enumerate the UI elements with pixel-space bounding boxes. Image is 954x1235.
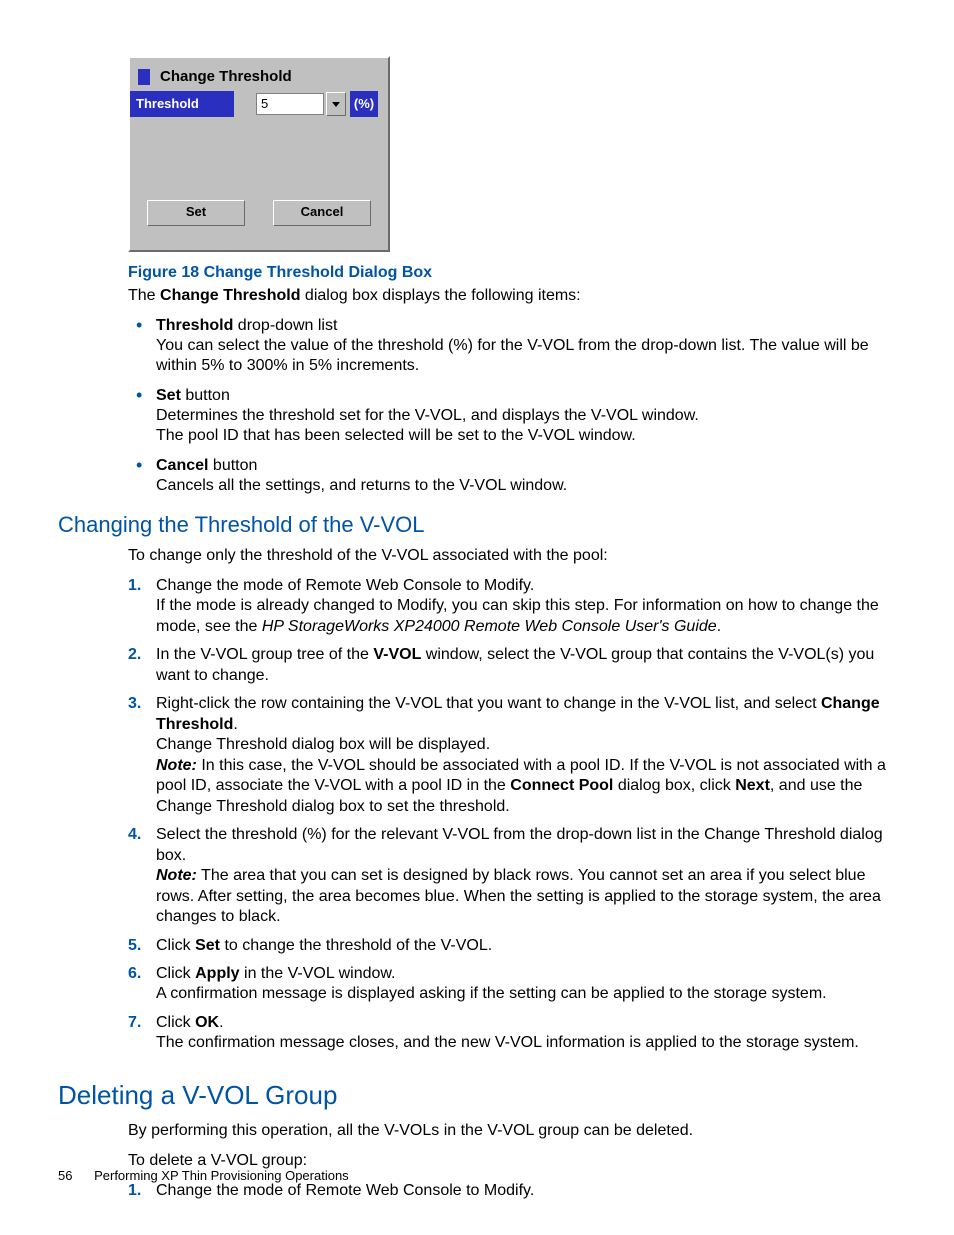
steps-list: Change the mode of Remote Web Console to… bbox=[128, 576, 896, 1054]
item-lead-bold: Cancel bbox=[156, 457, 208, 474]
page-footer: 56 Performing XP Thin Provisioning Opera… bbox=[58, 1168, 349, 1183]
step-reference: HP StorageWorks XP24000 Remote Web Conso… bbox=[262, 618, 717, 635]
intro-text-b: Change Threshold bbox=[160, 287, 300, 304]
threshold-input[interactable]: 5 bbox=[256, 93, 324, 115]
chevron-down-icon bbox=[332, 102, 340, 107]
set-button[interactable]: Set bbox=[147, 200, 245, 226]
threshold-row: Threshold 5 (%) bbox=[130, 91, 388, 117]
page-number: 56 bbox=[58, 1168, 72, 1183]
dialog-title: Change Threshold bbox=[160, 68, 292, 85]
item-lead-text: button bbox=[208, 457, 257, 474]
intro-paragraph: The Change Threshold dialog box displays… bbox=[128, 286, 896, 306]
step-text: . bbox=[717, 618, 721, 635]
step-text: dialog box, click bbox=[613, 777, 735, 794]
list-item: Cancel button Cancels all the settings, … bbox=[128, 456, 896, 496]
step-7: Click OK. The confirmation message close… bbox=[128, 1013, 896, 1054]
figure-caption: Figure 18 Change Threshold Dialog Box bbox=[128, 264, 896, 282]
step-2: In the V-VOL group tree of the V-VOL win… bbox=[128, 645, 896, 686]
step-1: Change the mode of Remote Web Console to… bbox=[128, 576, 896, 637]
step-text: Change the mode of Remote Web Console to… bbox=[156, 1182, 534, 1199]
step-text: Click bbox=[156, 937, 195, 954]
step-bold: Next bbox=[735, 777, 770, 794]
section-heading-deleting-vvol-group: Deleting a V-VOL Group bbox=[58, 1080, 896, 1111]
step-text: Select the threshold (%) for the relevan… bbox=[156, 826, 883, 863]
step-text: Click bbox=[156, 1014, 195, 1031]
item-body: Determines the threshold set for the V-V… bbox=[156, 407, 699, 444]
step-6: Click Apply in the V-VOL window. A confi… bbox=[128, 964, 896, 1005]
step-bold: V-VOL bbox=[373, 646, 421, 663]
footer-title: Performing XP Thin Provisioning Operatio… bbox=[94, 1168, 349, 1183]
steps-list-delete: Change the mode of Remote Web Console to… bbox=[128, 1181, 896, 1201]
title-square-icon bbox=[138, 69, 150, 85]
item-lead-text: drop-down list bbox=[233, 317, 337, 334]
step-text: In the V-VOL group tree of the bbox=[156, 646, 373, 663]
cancel-button[interactable]: Cancel bbox=[273, 200, 371, 226]
step-4: Select the threshold (%) for the relevan… bbox=[128, 825, 896, 927]
step-3: Right-click the row containing the V-VOL… bbox=[128, 694, 896, 817]
threshold-label: Threshold bbox=[130, 91, 234, 117]
step-bold: Connect Pool bbox=[510, 777, 613, 794]
list-item: Threshold drop-down list You can select … bbox=[128, 316, 896, 376]
note-label: Note: bbox=[156, 867, 197, 884]
step-text: Click bbox=[156, 965, 195, 982]
step-text: to change the threshold of the V-VOL. bbox=[220, 937, 492, 954]
item-lead-bold: Threshold bbox=[156, 317, 233, 334]
paragraph: By performing this operation, all the V-… bbox=[128, 1121, 896, 1141]
note-label: Note: bbox=[156, 757, 197, 774]
section-intro: To change only the threshold of the V-VO… bbox=[128, 546, 896, 566]
step-text: . bbox=[219, 1014, 223, 1031]
step-text: . bbox=[233, 716, 237, 733]
item-body: You can select the value of the threshol… bbox=[156, 337, 869, 374]
list-item: Set button Determines the threshold set … bbox=[128, 386, 896, 446]
step-text: Right-click the row containing the V-VOL… bbox=[156, 695, 821, 712]
threshold-field: 5 (%) bbox=[234, 91, 388, 117]
item-lead-bold: Set bbox=[156, 387, 181, 404]
step-text: A confirmation message is displayed aski… bbox=[156, 985, 827, 1002]
section-heading-changing-threshold: Changing the Threshold of the V-VOL bbox=[58, 512, 896, 538]
step-bold: OK bbox=[195, 1014, 219, 1031]
step-bold: Apply bbox=[195, 965, 239, 982]
items-list: Threshold drop-down list You can select … bbox=[128, 316, 896, 496]
step-text: in the V-VOL window. bbox=[240, 965, 396, 982]
step-bold: Set bbox=[195, 937, 220, 954]
step-text: Change the mode of Remote Web Console to… bbox=[156, 577, 534, 594]
item-lead-text: button bbox=[181, 387, 230, 404]
change-threshold-dialog: Change Threshold Threshold 5 (%) Set Can… bbox=[128, 56, 390, 252]
intro-text-c: dialog box displays the following items: bbox=[300, 287, 580, 304]
item-body: Cancels all the settings, and returns to… bbox=[156, 477, 567, 494]
step-5: Click Set to change the threshold of the… bbox=[128, 936, 896, 956]
intro-text-a: The bbox=[128, 287, 160, 304]
threshold-dropdown-button[interactable] bbox=[326, 92, 346, 116]
step-1: Change the mode of Remote Web Console to… bbox=[128, 1181, 896, 1201]
dialog-title-row: Change Threshold bbox=[130, 58, 388, 91]
step-text: The confirmation message closes, and the… bbox=[156, 1034, 859, 1051]
step-text: Change Threshold dialog box will be disp… bbox=[156, 736, 490, 753]
threshold-unit: (%) bbox=[350, 91, 378, 117]
step-text: The area that you can set is designed by… bbox=[156, 867, 881, 925]
